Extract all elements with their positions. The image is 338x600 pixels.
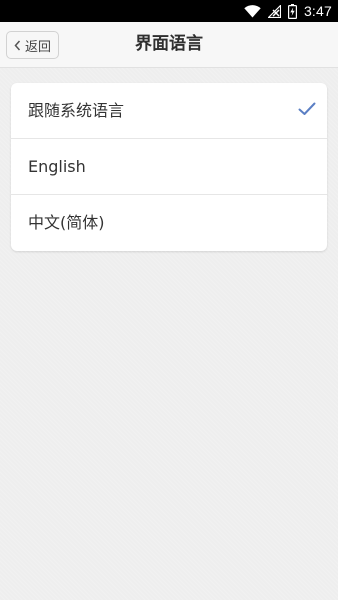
content-area: 跟随系统语言 English 中文(简体) (0, 68, 338, 600)
navigation-bar: 返回 界面语言 (0, 22, 338, 68)
chevron-left-icon (14, 40, 21, 51)
checkmark-icon (298, 102, 316, 116)
status-bar: 3:47 (0, 0, 338, 22)
language-option-english[interactable]: English (11, 139, 327, 195)
battery-charging-icon (287, 3, 297, 19)
language-option-label: 中文(简体) (28, 213, 105, 232)
language-option-follow-system[interactable]: 跟随系统语言 (11, 83, 327, 139)
status-icons: 3:47 (244, 0, 332, 22)
back-button-label: 返回 (24, 39, 51, 55)
language-list: 跟随系统语言 English 中文(简体) (11, 83, 327, 251)
back-button[interactable]: 返回 (6, 31, 59, 59)
language-option-label: English (28, 157, 86, 176)
status-time: 3:47 (303, 3, 332, 19)
signal-icon (267, 4, 281, 18)
wifi-icon (244, 4, 261, 18)
language-option-chinese-simplified[interactable]: 中文(简体) (11, 195, 327, 251)
language-option-label: 跟随系统语言 (28, 101, 125, 120)
